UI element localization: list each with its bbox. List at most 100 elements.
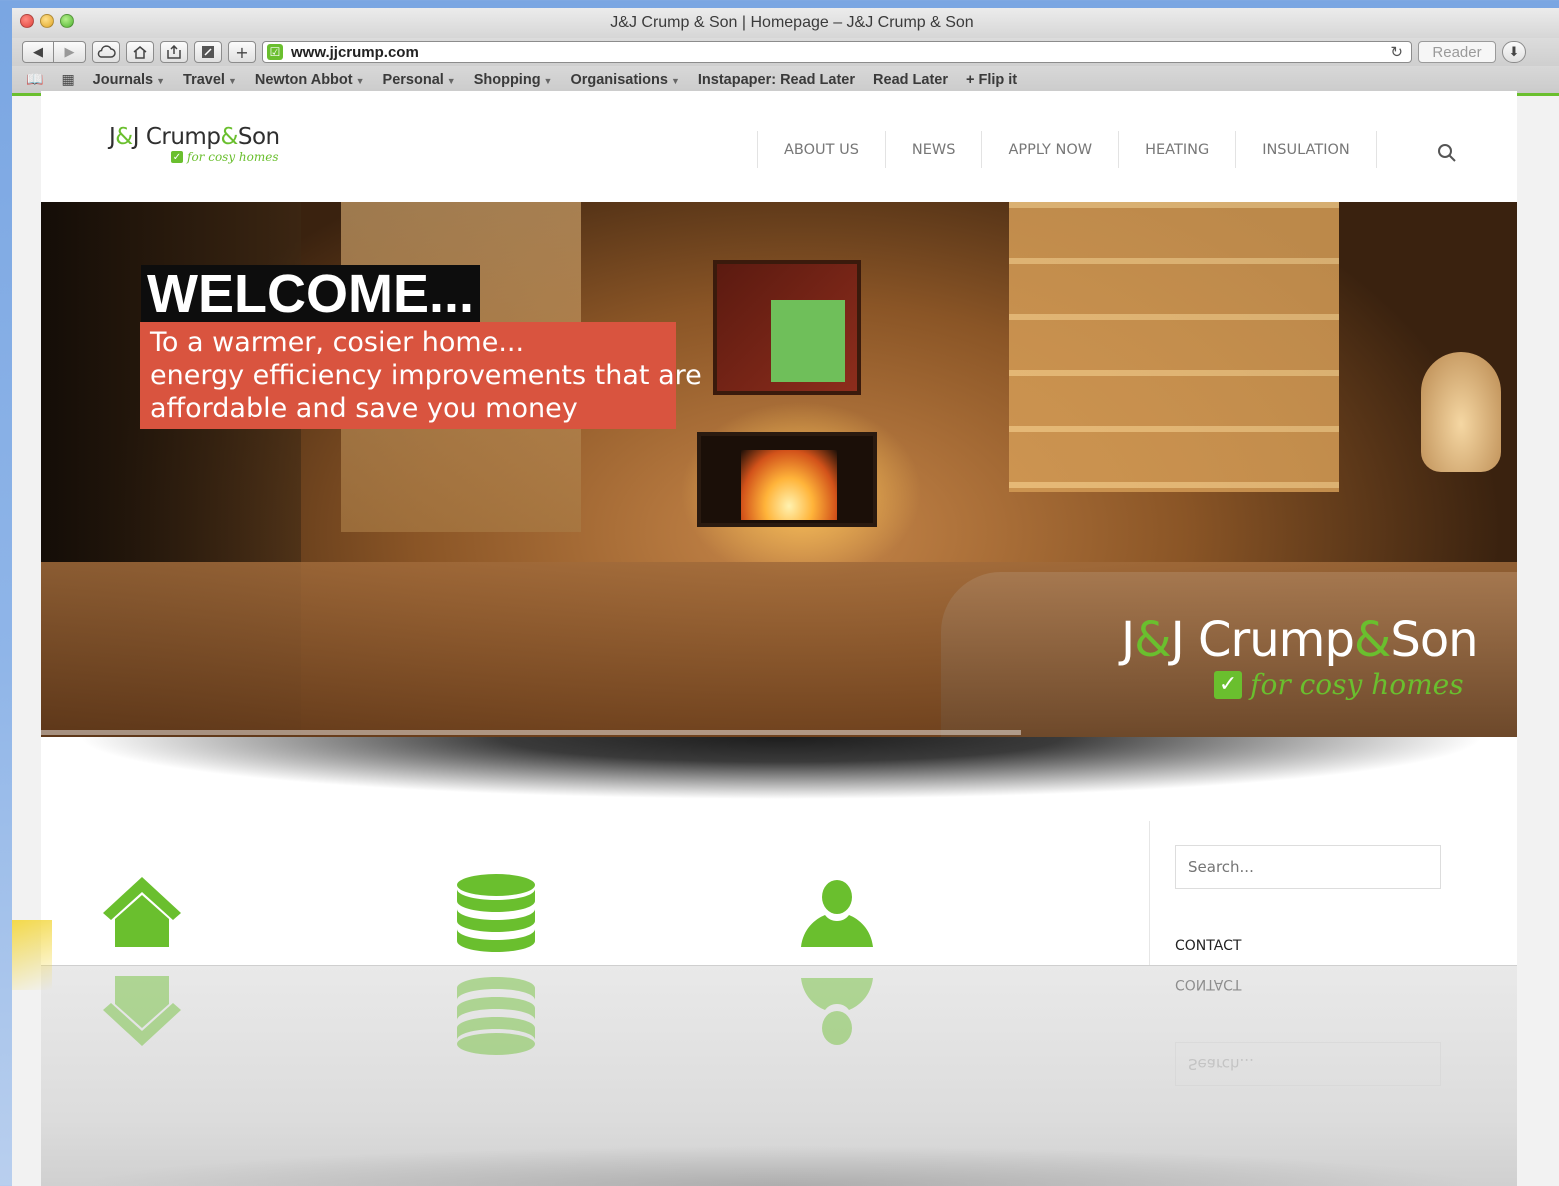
logo-amp: &	[1134, 612, 1171, 668]
new-tab-button[interactable]: +	[228, 41, 256, 63]
main-nav: ABOUT US NEWS APPLY NOW HEATING INSULATI…	[757, 131, 1377, 168]
back-button[interactable]: ◀	[22, 41, 54, 63]
nav-insulation[interactable]: INSULATION	[1235, 131, 1377, 168]
logo-amp: &	[1353, 612, 1391, 668]
note-icon	[202, 46, 214, 58]
share-icon	[167, 45, 181, 59]
person-icon[interactable]	[801, 879, 873, 949]
logo-tagline: ✓ for cosy homes	[171, 150, 280, 164]
logo-part: J	[1121, 612, 1135, 668]
hero-logo: J&J Crump&Son ✓ for cosy homes	[1121, 612, 1479, 701]
bookmark-label: Personal	[382, 71, 444, 88]
hero-bg-shelves-right	[1009, 202, 1339, 492]
web-page: J&J Crump&Son ✓ for cosy homes ABOUT US N…	[41, 91, 1517, 1186]
reader-button[interactable]: Reader	[1418, 41, 1496, 63]
hero-logo-tagline: ✓ for cosy homes	[1121, 668, 1464, 701]
dropdown-caret-icon: ▼	[227, 75, 237, 86]
bookmarklet-button[interactable]	[194, 41, 222, 63]
dropdown-caret-icon: ▼	[543, 75, 553, 86]
hero-logo-wordmark: J&J Crump&Son	[1121, 612, 1479, 668]
nav-news[interactable]: NEWS	[884, 131, 982, 168]
logo-part: J Crump	[1170, 612, 1355, 668]
bookmark-label: Travel	[183, 71, 225, 88]
back-arrow-icon: ◀	[33, 44, 43, 60]
contact-reflection: CONTACT	[1175, 976, 1242, 992]
contact-heading: CONTACT	[1175, 938, 1242, 954]
site-logo[interactable]: J&J Crump&Son ✓ for cosy homes	[109, 124, 280, 164]
bookmark-instapaper[interactable]: Instapaper: Read Later	[698, 72, 855, 88]
house-icon[interactable]	[101, 875, 183, 947]
bookmark-shopping[interactable]: Shopping ▼	[474, 72, 553, 88]
address-bar[interactable]: ☑ www.jjcrump.com ↻	[262, 41, 1412, 63]
search-icon[interactable]	[1437, 143, 1457, 163]
checkbox-icon: ✓	[171, 151, 183, 163]
window-controls	[20, 14, 74, 28]
search-reflection: Search...	[1175, 1042, 1441, 1086]
bookmark-read-later[interactable]: Read Later	[873, 72, 948, 88]
logo-wordmark: J&J Crump&Son	[109, 124, 280, 150]
hero-tagline-line: To a warmer, cosier home...	[150, 327, 525, 358]
nav-apply-now[interactable]: APPLY NOW	[981, 131, 1118, 168]
logo-part: Son	[1390, 612, 1478, 668]
home-button[interactable]	[126, 41, 154, 63]
dropdown-caret-icon: ▼	[670, 75, 680, 86]
forward-button[interactable]: ▶	[54, 41, 86, 63]
window-title: J&J Crump & Son | Homepage – J&J Crump &…	[610, 14, 974, 31]
bookmark-label: Newton Abbot	[254, 71, 353, 88]
hero-bg-lamp	[1421, 352, 1501, 472]
nav-about-us[interactable]: ABOUT US	[757, 131, 885, 168]
hero-shadow	[81, 737, 1481, 799]
dropdown-caret-icon: ▼	[446, 75, 456, 86]
dropdown-caret-icon: ▼	[156, 75, 166, 86]
logo-amp: &	[220, 124, 238, 150]
bookmark-label: Journals	[92, 71, 154, 88]
downloads-button[interactable]: ⬇	[1502, 41, 1526, 63]
desktop-decoration	[12, 920, 52, 990]
plus-icon: +	[235, 42, 249, 62]
close-button[interactable]	[20, 14, 34, 28]
reload-icon[interactable]: ↻	[1390, 43, 1403, 61]
hero-tagline: To a warmer, cosier home... energy effic…	[140, 322, 702, 429]
sidebar-search-input[interactable]	[1175, 845, 1441, 889]
bookmark-journals[interactable]: Journals ▼	[93, 72, 165, 88]
person-reflection-icon	[801, 978, 873, 1045]
logo-part: J Crump	[132, 124, 221, 150]
nav-buttons: ◀ ▶	[22, 41, 86, 63]
tagline-text: for cosy homes	[187, 150, 279, 164]
hero-heading: WELCOME...	[141, 265, 480, 323]
hero-tagline-line: affordable and save you money	[150, 393, 578, 424]
nav-heating[interactable]: HEATING	[1118, 131, 1235, 168]
bookmark-travel[interactable]: Travel ▼	[183, 72, 237, 88]
site-header: J&J Crump&Son ✓ for cosy homes ABOUT US N…	[41, 91, 1517, 202]
book-icon[interactable]: 📖	[26, 71, 43, 88]
zoom-button[interactable]	[60, 14, 74, 28]
bookmark-flip-it[interactable]: + Flip it	[966, 72, 1017, 88]
reflection-area: CONTACT Search...	[41, 965, 1517, 1186]
checkbox-icon: ✓	[1214, 670, 1243, 699]
title-bar: J&J Crump & Son | Homepage – J&J Crump &…	[12, 8, 1559, 38]
tagline-text: for cosy homes	[1250, 668, 1464, 701]
database-reflection-icon	[457, 977, 535, 1055]
bookmark-personal[interactable]: Personal ▼	[383, 72, 456, 88]
browser-toolbar: ◀ ▶ + ☑ www.jjcrump.com ↻ Reader ⬇	[12, 38, 1559, 66]
favicon-icon: ☑	[267, 44, 283, 60]
minimize-button[interactable]	[40, 14, 54, 28]
icloud-tabs-button[interactable]	[92, 41, 120, 63]
grid-icon[interactable]: ▦	[61, 71, 74, 88]
bookmark-newton-abbot[interactable]: Newton Abbot ▼	[255, 72, 365, 88]
hero-banner: WELCOME... To a warmer, cosier home... e…	[41, 202, 1517, 737]
database-icon[interactable]	[455, 873, 537, 953]
home-icon	[133, 46, 147, 59]
dropdown-caret-icon: ▼	[355, 75, 365, 86]
bookmark-label: Organisations	[570, 71, 668, 88]
cloud-icon	[97, 45, 116, 58]
bookmark-organisations[interactable]: Organisations ▼	[570, 72, 679, 88]
logo-amp: &	[115, 124, 133, 150]
url-text: www.jjcrump.com	[291, 43, 419, 61]
bookmark-label: Shopping	[473, 71, 541, 88]
download-icon: ⬇	[1508, 44, 1520, 60]
share-button[interactable]	[160, 41, 188, 63]
hero-bg-painting-detail	[771, 300, 845, 382]
reflection-shadow	[81, 1116, 1481, 1186]
logo-part: Son	[237, 124, 280, 150]
